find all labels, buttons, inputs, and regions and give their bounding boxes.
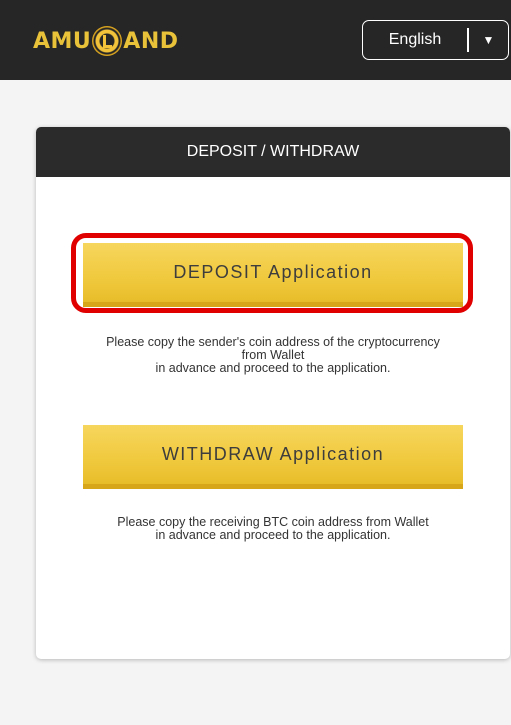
caret-down-icon[interactable]: ▼	[469, 33, 508, 47]
deposit-withdraw-card: DEPOSIT / WITHDRAW DEPOSIT Application P…	[36, 127, 510, 659]
deposit-instructions-line: in advance and proceed to the applicatio…	[155, 361, 391, 375]
deposit-application-button[interactable]: DEPOSIT Application	[83, 243, 463, 307]
amuland-logo[interactable]: AMU AND	[33, 24, 179, 58]
withdraw-instructions: Please copy the receiving BTC coin addre…	[56, 516, 490, 542]
card-title: DEPOSIT / WITHDRAW	[36, 127, 510, 177]
logo-coin-icon	[92, 26, 123, 56]
withdraw-instructions-line: in advance and proceed to the applicatio…	[155, 528, 391, 542]
top-navigation-bar: AMU AND English ▼	[0, 0, 511, 80]
logo-text-right: AND	[123, 28, 179, 54]
logo-text-left: AMU	[33, 28, 92, 54]
deposit-instructions: Please copy the sender's coin address of…	[56, 336, 490, 375]
language-select[interactable]: English ▼	[362, 20, 509, 60]
language-selected-value: English	[388, 31, 442, 48]
withdraw-application-button[interactable]: WITHDRAW Application	[83, 425, 463, 489]
